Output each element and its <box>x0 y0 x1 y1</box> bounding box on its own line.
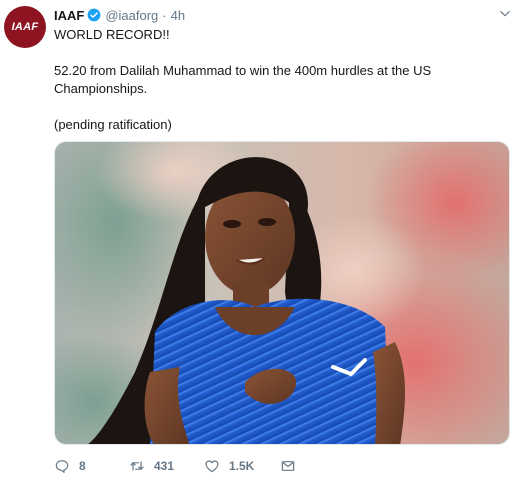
author-handle[interactable]: @iaaforg <box>105 8 158 23</box>
tweet-text-line: 52.20 from Dalilah Muhammad to win the 4… <box>54 63 432 96</box>
author-name[interactable]: IAAF <box>54 8 84 23</box>
athlete-photo-image <box>55 142 509 444</box>
like-button[interactable]: 1.5K <box>204 458 280 474</box>
heart-icon <box>205 460 219 473</box>
reply-icon <box>55 460 69 473</box>
timestamp[interactable]: 4h <box>171 8 185 23</box>
retweet-count: 431 <box>154 459 175 473</box>
tweet-text-line: (pending ratification) <box>54 117 172 132</box>
reply-button[interactable]: 8 <box>54 458 129 474</box>
tweet-card[interactable]: IAAF IAAF @iaaforg · 4h WORLD RECORD!! 5… <box>0 0 524 483</box>
tweet-text: WORLD RECORD!! 52.20 from Dalilah Muhamm… <box>54 26 504 134</box>
tweet-text-line: WORLD RECORD!! <box>54 27 170 42</box>
tweet-photo[interactable] <box>54 141 510 445</box>
tweet-actions: 8 431 1.5K <box>54 455 296 477</box>
retweet-button[interactable]: 431 <box>129 458 204 474</box>
reply-count: 8 <box>79 459 86 473</box>
verified-badge-icon <box>87 8 101 22</box>
direct-message-button[interactable] <box>280 458 296 474</box>
like-count: 1.5K <box>229 459 255 473</box>
retweet-icon <box>130 461 144 471</box>
header-separator: · <box>162 7 167 23</box>
envelope-icon <box>281 461 295 471</box>
tweet-header: IAAF @iaaforg · 4h <box>54 5 185 25</box>
avatar[interactable]: IAAF <box>4 6 46 48</box>
avatar-logo-text: IAAF <box>11 21 39 33</box>
chevron-down-icon[interactable] <box>498 7 512 21</box>
